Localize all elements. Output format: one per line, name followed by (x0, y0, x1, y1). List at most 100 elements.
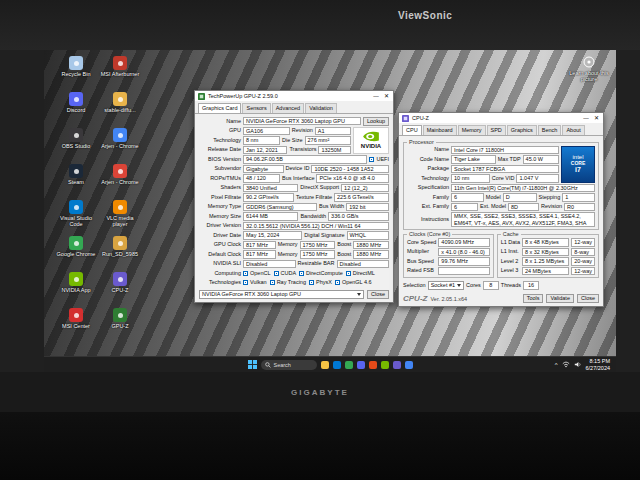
uefi-checkbox[interactable]: UEFI (369, 156, 389, 162)
feature-checkbox[interactable]: DirectCompute (299, 270, 343, 276)
checkbox-box[interactable] (369, 157, 374, 162)
title-bar[interactable]: TechPowerUp GPU-Z 2.59.0—✕ (195, 91, 393, 101)
window-control[interactable]: — (371, 92, 381, 101)
taskbar-search[interactable]: Search (261, 360, 317, 370)
app-icon[interactable] (69, 200, 83, 214)
desktop-icon[interactable]: Steam (56, 164, 96, 200)
field-value[interactable]: 8 nm (243, 136, 280, 145)
app-icon[interactable] (113, 200, 127, 214)
window-control[interactable]: ✕ (591, 114, 601, 123)
close-button[interactable]: Close (367, 290, 389, 299)
app-icon[interactable] (69, 164, 83, 178)
app-icon[interactable] (69, 128, 83, 142)
field-value[interactable]: GA106 (243, 127, 290, 136)
checkbox-box[interactable] (270, 280, 275, 285)
speaker-icon[interactable] (574, 361, 582, 368)
gpuz-window[interactable]: TechPowerUp GPU-Z 2.59.0—✕Graphics CardS… (194, 90, 394, 303)
title-bar[interactable]: CPU-Z—✕ (399, 113, 603, 123)
footer-button[interactable]: Validate (546, 294, 573, 303)
tab[interactable]: CPU (402, 125, 422, 135)
app-icon[interactable] (113, 272, 127, 286)
tab[interactable]: Validation (305, 103, 337, 113)
field-value[interactable]: GDDR6 (Samsung) (243, 203, 317, 212)
taskbar-app-icon[interactable] (393, 361, 401, 369)
checkbox-box[interactable] (299, 271, 304, 276)
feature-checkbox[interactable]: OpenGL 4.6 (335, 279, 372, 285)
app-icon[interactable] (69, 236, 83, 250)
feature-checkbox[interactable]: PhysX (309, 279, 332, 285)
field-value[interactable]: 1880 MHz (353, 250, 389, 259)
field-value[interactable]: A1 (315, 127, 351, 136)
wifi-icon[interactable] (562, 361, 570, 368)
field-value[interactable]: 90.2 GPixel/s (243, 193, 294, 202)
field-value[interactable]: 48 / 120 (243, 174, 280, 183)
field-value[interactable]: 32.0.15.5612 (NVIDIA 556.12) DCH / Win11… (243, 222, 389, 231)
field-value[interactable]: 1750 MHz (300, 241, 336, 250)
field-value[interactable]: NVIDIA GeForce RTX 3060 Laptop GPU (243, 117, 361, 126)
app-icon[interactable] (69, 272, 83, 286)
cpuz-window[interactable]: CPU-Z—✕CPUMainboardMemorySPDGraphicsBenc… (398, 112, 604, 307)
desktop-icon[interactable]: OBS Studio (56, 128, 96, 164)
desktop-icon[interactable]: Google Chrome (56, 236, 96, 272)
checkbox-box[interactable] (274, 271, 279, 276)
taskbar-app-icon[interactable] (357, 361, 365, 369)
app-icon[interactable] (69, 308, 83, 322)
tab[interactable]: SPD (487, 125, 506, 135)
field-value[interactable]: Disabled (337, 260, 390, 269)
desktop-icon[interactable]: Discord (56, 92, 96, 128)
field-value[interactable]: Gigabyte (243, 165, 284, 174)
tab[interactable]: About (562, 125, 584, 135)
app-icon[interactable] (113, 128, 127, 142)
tray-chevron[interactable]: ^ (555, 362, 558, 368)
field-value[interactable]: 12 (12_2) (341, 184, 389, 193)
desktop-icon[interactable]: NVIDIA App (56, 272, 96, 308)
taskbar-app-icon[interactable] (369, 361, 377, 369)
taskbar-app-icon[interactable] (321, 361, 329, 369)
field-value[interactable]: 276 mm² (305, 136, 352, 145)
socket-select[interactable]: Socket #1 (428, 281, 464, 290)
device-select[interactable]: NVIDIA GeForce RTX 3060 Laptop GPU (199, 290, 364, 299)
checkbox-box[interactable] (243, 271, 248, 276)
field-value[interactable]: Disabled (243, 260, 296, 269)
desktop-icon[interactable]: Recycle Bin (56, 56, 96, 92)
desktop-icon[interactable]: Visual Studio Code (56, 200, 96, 236)
field-value[interactable]: May 15, 2024 (243, 231, 302, 240)
checkbox-box[interactable] (346, 271, 351, 276)
desktop-icon[interactable]: stable-diffu... (100, 92, 140, 128)
app-icon[interactable] (113, 164, 127, 178)
checkbox-box[interactable] (243, 280, 248, 285)
app-icon[interactable] (69, 56, 83, 70)
app-icon[interactable] (113, 308, 127, 322)
taskbar-app-icon[interactable] (381, 361, 389, 369)
desktop-icon[interactable]: Run_SD_5985 (100, 236, 140, 272)
footer-button[interactable]: Close (577, 294, 599, 303)
tab[interactable]: Sensors (242, 103, 270, 113)
desktop-icon[interactable]: Arjen - Chrome (100, 128, 140, 164)
field-value[interactable]: 94.06.2F.00.5B (243, 155, 367, 164)
feature-checkbox[interactable]: Ray Tracing (270, 279, 306, 285)
field-value[interactable]: 1750 MHz (300, 250, 336, 259)
feature-checkbox[interactable]: OpenCL (243, 270, 271, 276)
field-value[interactable]: 6144 MB (243, 212, 298, 221)
field-value[interactable]: 3840 Unified (243, 184, 298, 193)
tab[interactable]: Bench (538, 125, 562, 135)
app-icon[interactable] (113, 236, 127, 250)
windows-start-icon[interactable] (248, 360, 257, 369)
field-value[interactable]: WHQL (347, 231, 389, 240)
tab[interactable]: Advanced (272, 103, 304, 113)
field-value[interactable]: PCIe x16 4.0 @ x8 4.0 (316, 174, 389, 183)
field-value[interactable]: 192 bit (346, 203, 389, 212)
tab[interactable]: Mainboard (423, 125, 457, 135)
app-icon[interactable] (113, 56, 127, 70)
taskbar-app-icon[interactable] (405, 361, 413, 369)
taskbar-app-icon[interactable] (345, 361, 353, 369)
desktop-icon[interactable]: VLC media player (100, 200, 140, 236)
field-value[interactable]: 225.6 GTexel/s (334, 193, 389, 202)
field-value[interactable]: Jan 12, 2021 (243, 146, 287, 155)
feature-checkbox[interactable]: CUDA (274, 270, 297, 276)
window-control[interactable]: — (581, 114, 591, 123)
field-value[interactable]: 817 MHz (243, 250, 276, 259)
app-icon[interactable] (69, 92, 83, 106)
tab[interactable]: Memory (458, 125, 486, 135)
learn-about-picture[interactable]: Learn about this picture (568, 56, 610, 83)
